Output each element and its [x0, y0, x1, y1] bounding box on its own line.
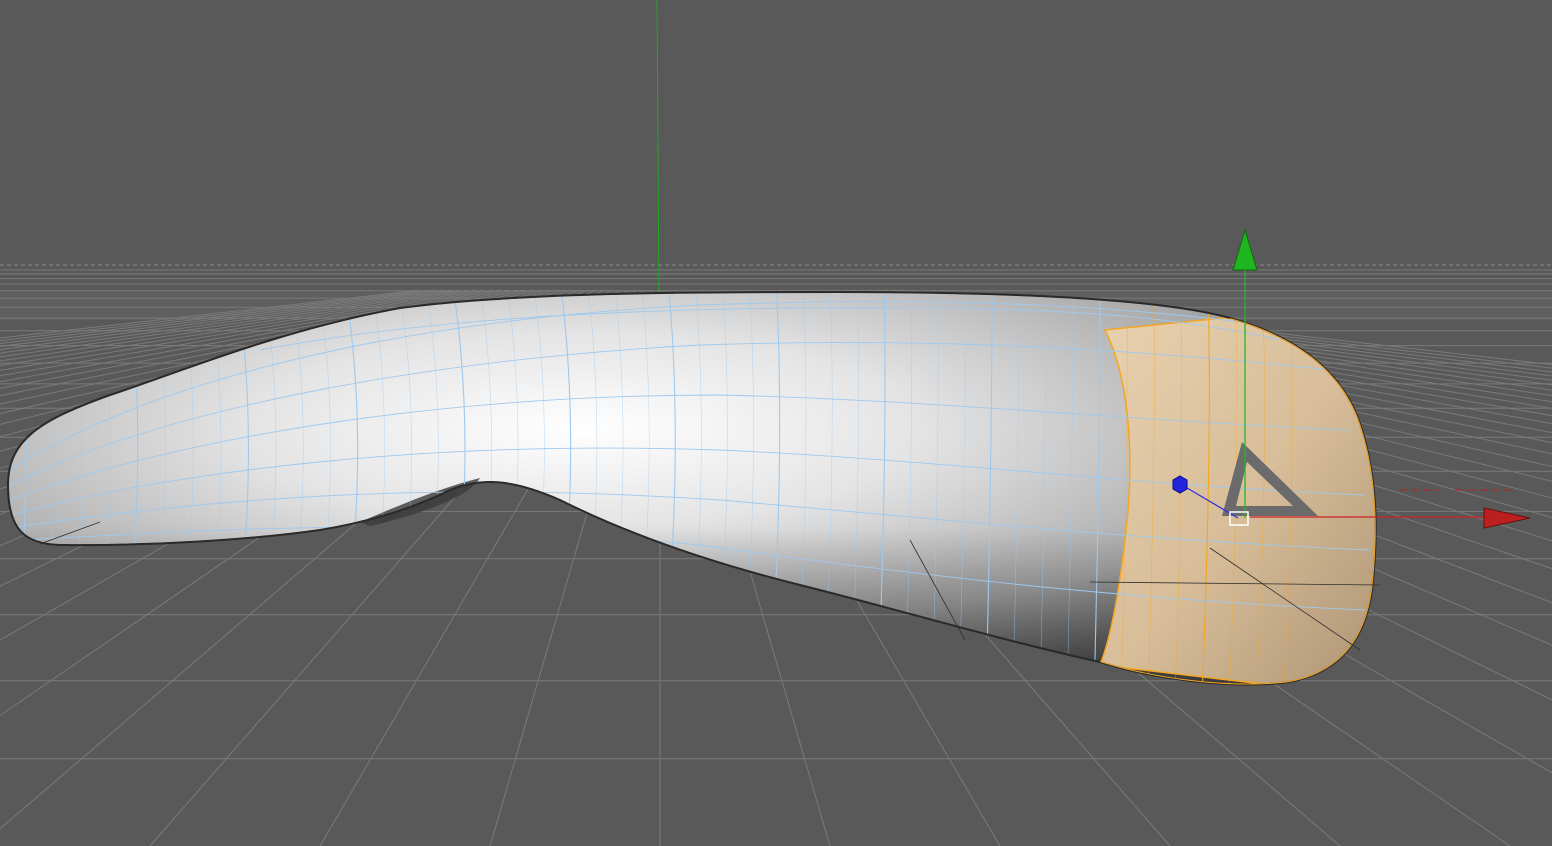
3d-viewport[interactable] [0, 0, 1552, 846]
manip-y-arrow-icon[interactable] [1232, 228, 1258, 271]
viewport-canvas[interactable] [0, 0, 1552, 846]
world-y-axis [656, 0, 660, 301]
manip-z-handle-icon[interactable] [1172, 475, 1188, 494]
